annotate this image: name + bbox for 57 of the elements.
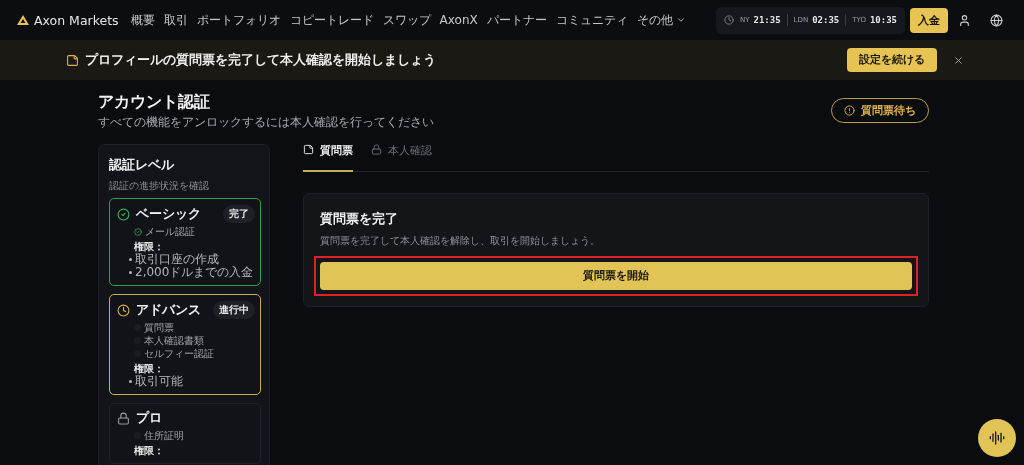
requirement-label: 住所証明	[144, 429, 184, 442]
bullet-icon	[129, 380, 132, 383]
sidebar-subtitle: 認証の進捗状況を確認	[109, 179, 210, 193]
nav-link[interactable]: ポートフォリオ	[196, 11, 281, 29]
status-badge: 進行中	[213, 301, 255, 319]
tab[interactable]: 質問票	[303, 144, 353, 172]
requirement-label: セルフィー認証	[144, 347, 214, 360]
voice-assistant-button[interactable]	[978, 419, 1016, 457]
start-button[interactable]: 質問票を開始	[320, 262, 912, 290]
status-badge: 完了	[223, 205, 255, 223]
nav-link[interactable]: AxonX	[439, 13, 478, 27]
logo-icon	[16, 14, 30, 26]
deposit-button[interactable]: 入金	[910, 7, 948, 33]
nav-link[interactable]: コピートレード	[289, 11, 374, 29]
sidebar-title: 認証レベル	[109, 157, 175, 174]
nav-link[interactable]: 取引	[163, 11, 188, 29]
tab[interactable]: 本人確認	[371, 144, 432, 172]
note-icon	[303, 144, 314, 155]
nav-link[interactable]: パートナー	[486, 11, 547, 29]
audio-wave-icon	[989, 430, 1005, 446]
permissions-label: 権限：	[134, 362, 165, 375]
level-name: ベーシック	[136, 205, 202, 223]
close-icon[interactable]	[953, 54, 964, 66]
alert-icon	[844, 105, 855, 116]
level-name: アドバンス	[136, 301, 202, 319]
chevron-down-icon	[675, 15, 686, 25]
nav-link[interactable]: コミュニティ	[555, 11, 628, 29]
permissions-label: 権限：	[134, 444, 165, 457]
check-circle-icon	[117, 207, 130, 221]
permission-item: 取引可能	[135, 375, 183, 388]
lock-icon	[371, 144, 382, 155]
permissions-label: 権限：	[134, 240, 165, 253]
nav-link[interactable]: スワップ	[382, 11, 431, 29]
card-description: 質問票を完了して本人確認を解除し、取引を開始しましょう。	[320, 234, 601, 248]
permission-item: 取引口座の作成	[135, 253, 219, 266]
clock-icon	[117, 303, 130, 317]
page-subtitle: すべての機能をアンロックするには本人確認を行ってください	[98, 115, 434, 130]
requirement-label: 質問票	[144, 321, 174, 334]
clock-time: 10:35	[869, 15, 897, 25]
banner-text: プロフィールの質問票を完了して本人確認を開始しましょう	[85, 51, 436, 69]
note-icon	[66, 53, 79, 67]
bullet-icon	[129, 271, 132, 274]
clock-time: 02:35	[812, 15, 840, 25]
clock-icon	[724, 15, 734, 25]
page-title: アカウント認証	[98, 92, 211, 113]
clock-time: 21:35	[753, 15, 781, 25]
permission-item: 2,000ドルまでの入金	[135, 266, 254, 279]
requirement-label: メール認証	[145, 225, 195, 238]
continue-button[interactable]: 設定を続ける	[847, 48, 937, 72]
lock-icon	[117, 412, 130, 425]
requirement-label: 本人確認書類	[144, 334, 204, 347]
nav-link[interactable]: 概要	[130, 11, 155, 29]
level-name: プロ	[136, 410, 163, 427]
card-title: 質問票を完了	[320, 210, 399, 228]
bullet-icon	[129, 258, 132, 261]
brand-name: Axon Markets	[34, 12, 119, 28]
nav-dropdown[interactable]: その他	[636, 11, 686, 29]
